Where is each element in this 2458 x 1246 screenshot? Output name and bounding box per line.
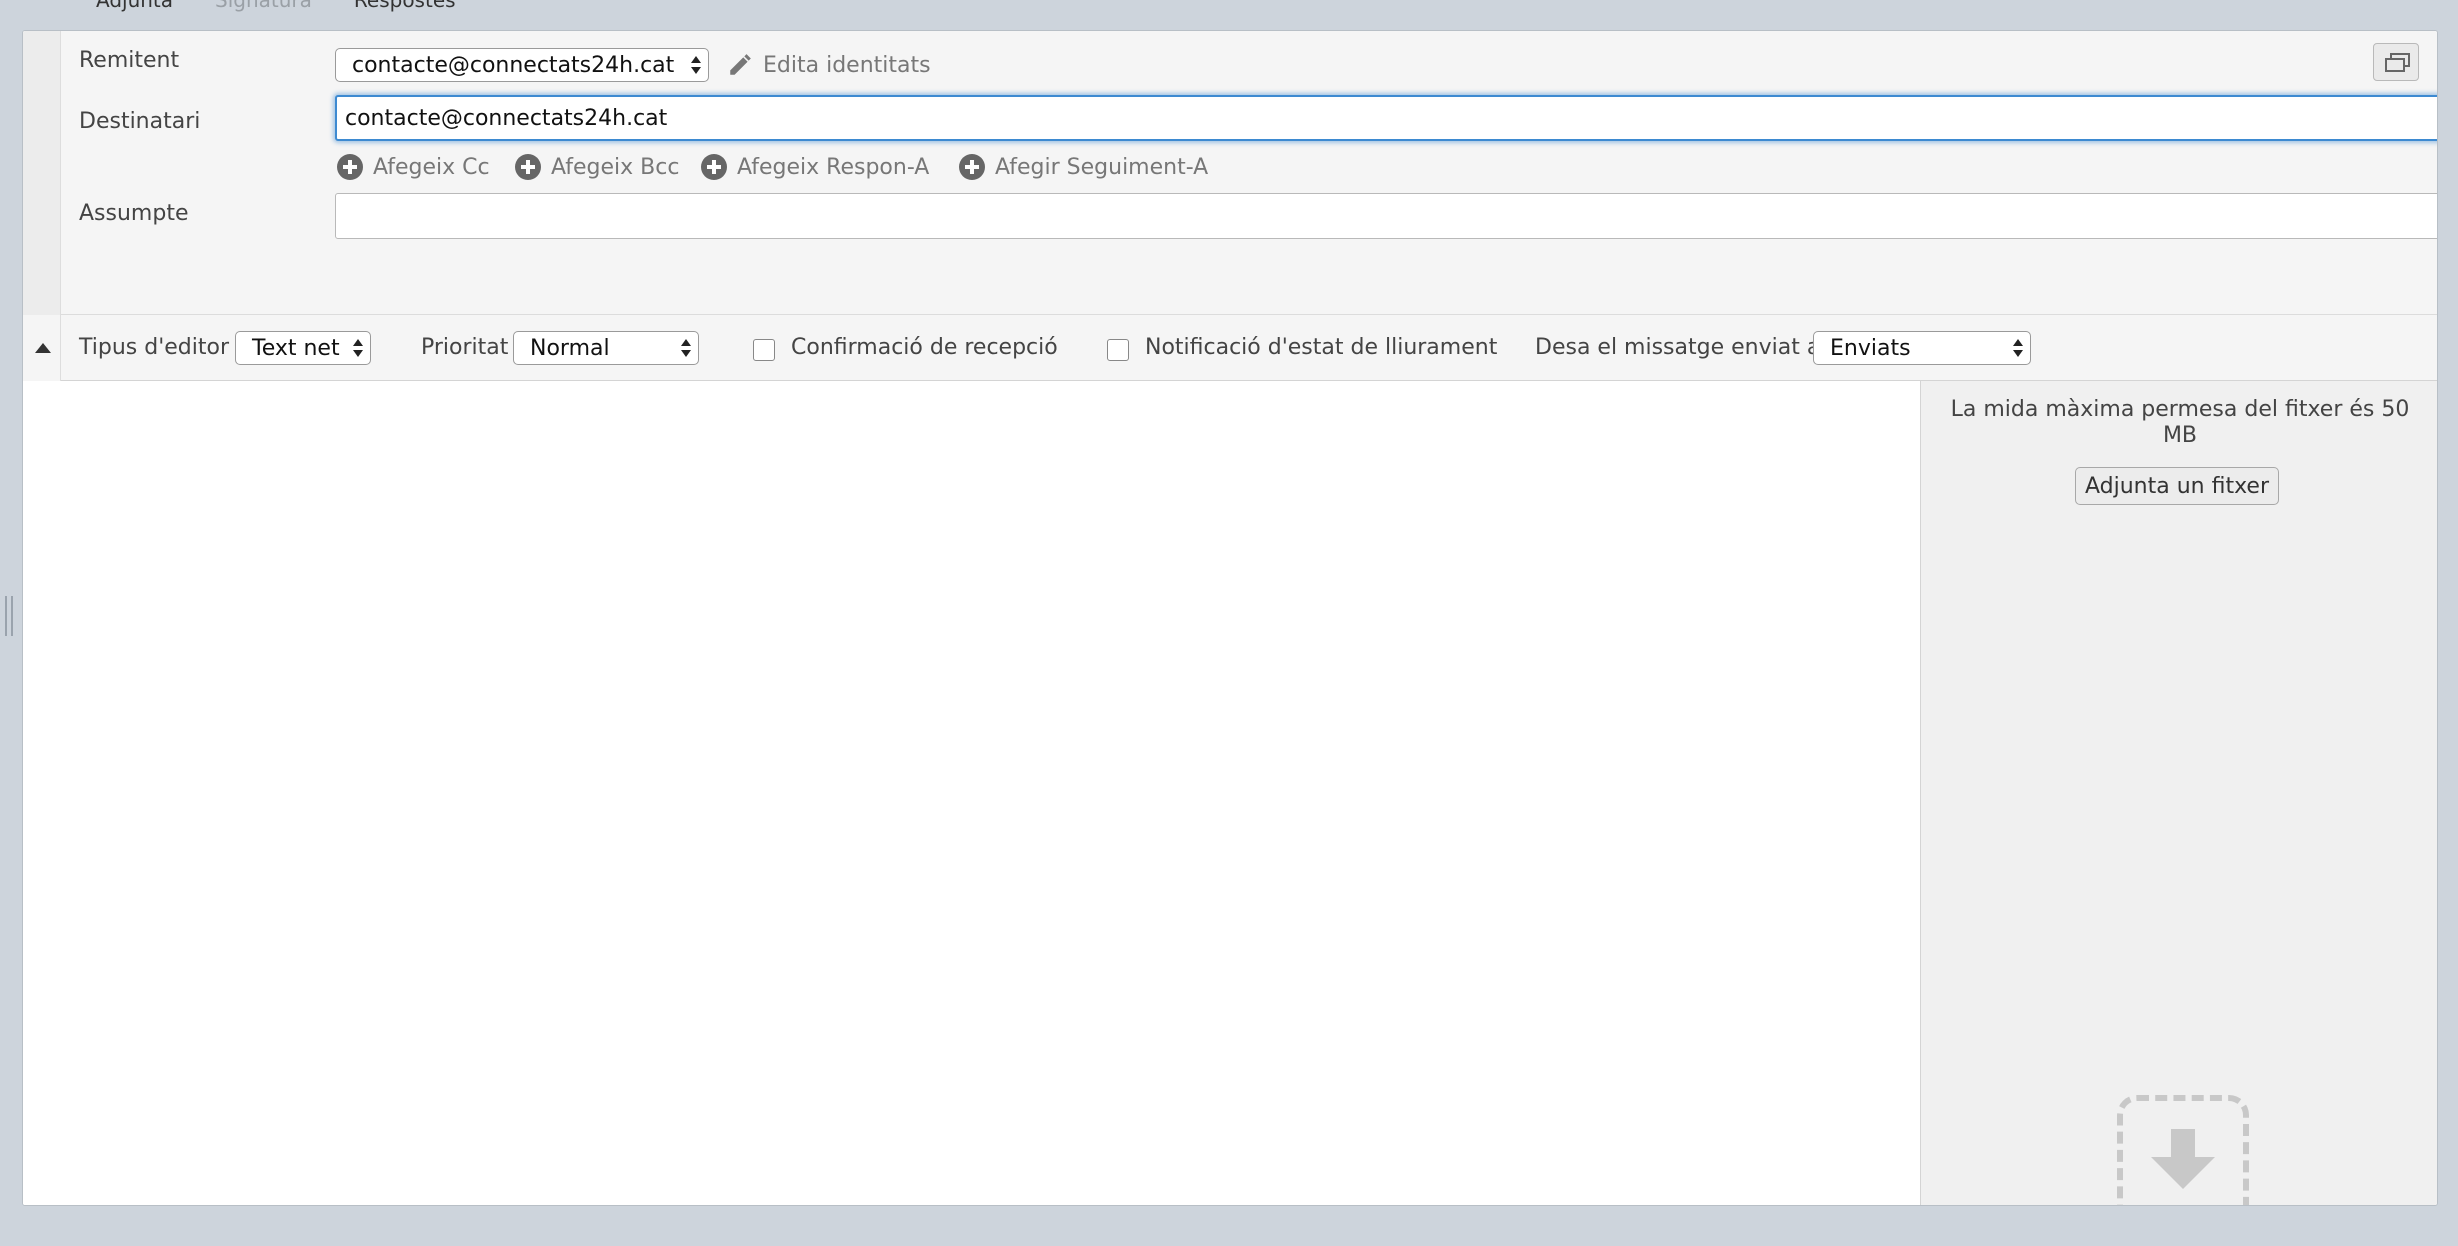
add-followup-to-link[interactable]: Afegir Seguiment-A bbox=[959, 154, 1208, 180]
plus-circle-icon bbox=[701, 154, 727, 180]
select-arrows-icon bbox=[690, 54, 702, 76]
save-sent-value: Enviats bbox=[1830, 335, 1911, 361]
collapse-headers-button[interactable] bbox=[23, 315, 61, 381]
editor-type-value: Text net bbox=[252, 335, 340, 361]
attach-file-button[interactable]: Adjunta un fitxer bbox=[2075, 467, 2279, 505]
delivery-notification-checkbox[interactable] bbox=[1107, 339, 1129, 361]
signature-toolbar-button[interactable]: Signatura bbox=[215, 0, 312, 14]
save-sent-select[interactable]: Enviats bbox=[1813, 331, 2031, 365]
editor-type-select[interactable]: Text net bbox=[235, 331, 371, 365]
toolbar: Adjunta Signatura Respostes bbox=[96, 0, 456, 14]
subject-input[interactable] bbox=[335, 193, 2437, 239]
add-cc-label: Afegeix Cc bbox=[373, 154, 490, 180]
plus-circle-icon bbox=[959, 154, 985, 180]
headers-gutter bbox=[23, 31, 61, 315]
compose-panel: Remitent contacte@connectats24h.cat Edit… bbox=[22, 30, 2438, 1206]
to-label: Destinatari bbox=[79, 109, 201, 134]
download-arrow-icon[interactable] bbox=[2117, 1095, 2249, 1205]
attachments-pane: La mida màxima permesa del fitxer és 50 … bbox=[1921, 381, 2437, 1205]
save-sent-label: Desa el missatge enviat a bbox=[1535, 335, 1821, 360]
subject-label: Assumpte bbox=[79, 201, 189, 226]
editor-type-label: Tipus d'editor bbox=[79, 335, 229, 360]
select-arrows-icon bbox=[2012, 337, 2024, 359]
compose-options-bar: Tipus d'editor Text net Prioritat Normal… bbox=[23, 315, 2437, 381]
select-arrows-icon bbox=[680, 337, 692, 359]
attach-toolbar-button[interactable]: Adjunta bbox=[96, 0, 173, 14]
priority-select[interactable]: Normal bbox=[513, 331, 699, 365]
max-file-size-hint: La mida màxima permesa del fitxer és 50 … bbox=[1950, 397, 2410, 448]
from-select-value: contacte@connectats24h.cat bbox=[352, 52, 675, 78]
receipt-label: Confirmació de recepció bbox=[791, 335, 1058, 360]
from-select[interactable]: contacte@connectats24h.cat bbox=[335, 48, 709, 82]
receipt-checkbox[interactable] bbox=[753, 339, 775, 361]
from-label: Remitent bbox=[79, 48, 180, 73]
triangle-up-icon bbox=[35, 343, 51, 353]
select-arrows-icon bbox=[352, 337, 364, 359]
compose-headers: Remitent contacte@connectats24h.cat Edit… bbox=[23, 31, 2437, 315]
add-reply-to-link[interactable]: Afegeix Respon-A bbox=[701, 154, 929, 180]
add-followup-to-label: Afegir Seguiment-A bbox=[995, 154, 1209, 180]
pane-resize-handle[interactable] bbox=[5, 596, 13, 636]
edit-identities-label: Edita identitats bbox=[763, 52, 931, 78]
message-body-editor[interactable] bbox=[23, 381, 1921, 1205]
add-reply-to-label: Afegeix Respon-A bbox=[737, 154, 930, 180]
restore-window-button[interactable] bbox=[2373, 43, 2419, 81]
plus-circle-icon bbox=[515, 154, 541, 180]
priority-label: Prioritat bbox=[421, 335, 509, 360]
responses-toolbar-button[interactable]: Respostes bbox=[354, 0, 456, 14]
plus-circle-icon bbox=[337, 154, 363, 180]
edit-identities-link[interactable]: Edita identitats bbox=[727, 48, 931, 82]
pencil-icon bbox=[730, 54, 751, 75]
priority-value: Normal bbox=[530, 335, 610, 361]
add-bcc-label: Afegeix Bcc bbox=[551, 154, 680, 180]
to-input[interactable]: contacte@connectats24h.cat bbox=[335, 95, 2437, 141]
to-input-value: contacte@connectats24h.cat bbox=[345, 105, 668, 131]
delivery-notification-label: Notificació d'estat de lliurament bbox=[1145, 335, 1498, 360]
add-cc-link[interactable]: Afegeix Cc bbox=[337, 154, 490, 180]
add-bcc-link[interactable]: Afegeix Bcc bbox=[515, 154, 679, 180]
